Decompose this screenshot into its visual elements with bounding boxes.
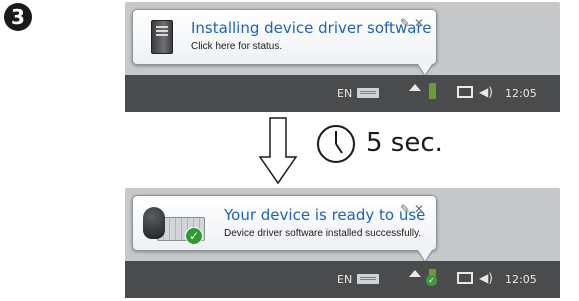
taskbar: EN ◀) 12:05 bbox=[125, 75, 560, 112]
instruction-figure: 3 Installing device driver software Clic… bbox=[0, 0, 579, 301]
notification-balloon-ready[interactable]: ✓ Your device is ready to use Device dri… bbox=[132, 195, 437, 263]
step-number-badge: 3 bbox=[4, 3, 32, 31]
clock-icon bbox=[317, 125, 355, 163]
wrench-icon[interactable]: ✎ bbox=[400, 202, 414, 216]
balloon-title: Installing device driver software bbox=[191, 19, 432, 37]
show-hidden-icons-icon[interactable] bbox=[409, 84, 421, 91]
balloon-controls: ✎✕ bbox=[400, 202, 428, 216]
taskbar: EN ◀) 12:05 bbox=[125, 261, 560, 298]
balloon-controls: ✎✕ bbox=[400, 16, 428, 30]
show-hidden-icons-icon[interactable] bbox=[409, 270, 421, 277]
balloon-subtitle: Click here for status. bbox=[191, 41, 283, 52]
balloon-title: Your device is ready to use bbox=[224, 206, 426, 224]
mouse-keyboard-check-icon: ✓ bbox=[141, 203, 207, 245]
keyboard-icon[interactable] bbox=[357, 88, 379, 98]
language-indicator[interactable]: EN bbox=[337, 87, 352, 100]
language-indicator[interactable]: EN bbox=[337, 273, 352, 286]
speaker-icon[interactable]: ◀) bbox=[479, 85, 493, 99]
usb-device-ready-icon[interactable] bbox=[426, 269, 437, 286]
after-screenshot: ✓ Your device is ready to use Device dri… bbox=[125, 188, 560, 298]
keyboard-icon[interactable] bbox=[357, 274, 379, 284]
computer-tower-icon bbox=[151, 20, 173, 54]
close-icon[interactable]: ✕ bbox=[414, 16, 428, 30]
mouse-graphic bbox=[143, 207, 165, 239]
notification-balloon-installing[interactable]: Installing device driver software Click … bbox=[132, 9, 437, 77]
balloon-subtitle: Device driver software installed success… bbox=[224, 228, 422, 239]
wrench-icon[interactable]: ✎ bbox=[400, 16, 414, 30]
taskbar-clock[interactable]: 12:05 bbox=[505, 273, 537, 286]
network-icon[interactable] bbox=[457, 86, 473, 98]
close-icon[interactable]: ✕ bbox=[414, 202, 428, 216]
speaker-icon[interactable]: ◀) bbox=[479, 271, 493, 285]
down-arrow-icon bbox=[258, 117, 298, 185]
network-icon[interactable] bbox=[457, 272, 473, 284]
taskbar-clock[interactable]: 12:05 bbox=[505, 87, 537, 100]
before-screenshot: Installing device driver software Click … bbox=[125, 2, 560, 112]
wait-duration-label: 5 sec. bbox=[366, 128, 443, 158]
success-check-icon: ✓ bbox=[185, 227, 203, 245]
usb-device-icon[interactable] bbox=[429, 83, 436, 99]
